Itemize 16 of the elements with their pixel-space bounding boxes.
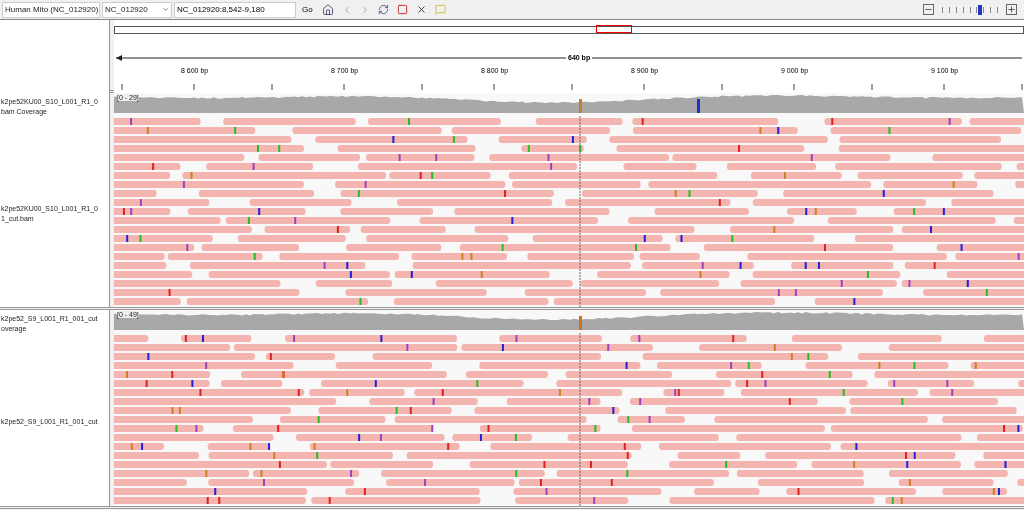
zoom-in-button[interactable]: [1003, 4, 1020, 15]
minus-icon: [923, 4, 934, 15]
zoom-slider[interactable]: [942, 3, 998, 16]
close-icon: [415, 4, 427, 15]
square-icon: [396, 4, 408, 15]
zoom-out-button[interactable]: [920, 4, 937, 15]
locus-field[interactable]: NC_012920:8,542-9,180: [174, 1, 296, 18]
caret-icon: [162, 6, 169, 13]
chromosome-dropdown[interactable]: NC_012920: [102, 1, 172, 18]
zoom-slider-thumb[interactable]: [977, 4, 982, 15]
home-icon: [321, 3, 334, 16]
speech-bubble-icon: [434, 4, 446, 15]
genome-dropdown[interactable]: Human Mito (NC_012920): [2, 1, 100, 18]
region-marker: [596, 25, 632, 33]
refresh-icon: [377, 4, 389, 15]
plus-icon: [1006, 4, 1017, 15]
